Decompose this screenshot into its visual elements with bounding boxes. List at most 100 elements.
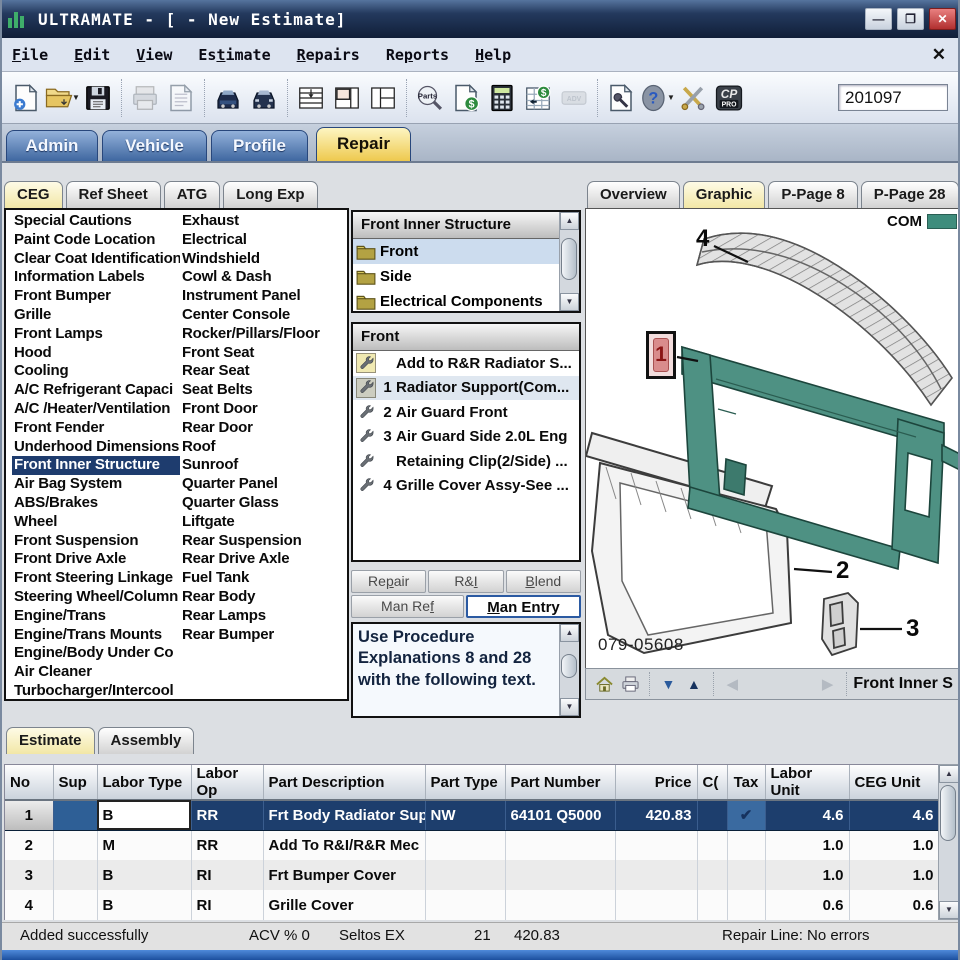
category-front-fender[interactable]: Front Fender xyxy=(12,419,180,438)
category-air-cleaner[interactable]: Air Cleaner xyxy=(12,663,180,682)
category-abs-brakes[interactable]: ABS/Brakes xyxy=(12,494,180,513)
estimate-row[interactable]: 1BRRFrt Body Radiator SupNW64101 Q500042… xyxy=(5,800,939,830)
category-front-suspension[interactable]: Front Suspension xyxy=(12,532,180,551)
category-quarter-panel[interactable]: Quarter Panel xyxy=(180,475,345,494)
column-header-ceg-unit[interactable]: CEG Unit xyxy=(849,765,939,800)
vehicle-front-icon[interactable] xyxy=(210,78,246,118)
operation-radiator-support-com[interactable]: 1Radiator Support(Com... xyxy=(353,376,579,401)
category-steering-wheel-column[interactable]: Steering Wheel/Column xyxy=(12,588,180,607)
scroll-thumb[interactable] xyxy=(561,654,577,678)
menu-estimate[interactable]: Estimate xyxy=(198,46,270,64)
menu-reports[interactable]: Reports xyxy=(386,46,449,64)
category-quarter-glass[interactable]: Quarter Glass xyxy=(180,494,345,513)
previous-graphic-icon[interactable]: ◀ xyxy=(720,675,745,693)
column-header-tax[interactable]: Tax xyxy=(727,765,765,800)
maximize-button[interactable]: ❐ xyxy=(897,8,924,30)
group-side[interactable]: Side xyxy=(353,264,559,289)
menu-view[interactable]: View xyxy=(136,46,172,64)
close-button[interactable]: ✕ xyxy=(929,8,956,30)
category-front-door[interactable]: Front Door xyxy=(180,400,345,419)
print-graphic-icon[interactable] xyxy=(617,675,642,693)
dropdown-caret-icon[interactable]: ▼ xyxy=(667,93,675,102)
category-rocker-pillars-floor[interactable]: Rocker/Pillars/Floor xyxy=(180,325,345,344)
estimate-row[interactable]: 2MRRAdd To R&I/R&R Mec1.01.0 xyxy=(5,830,939,860)
table-scrollbar[interactable]: ▲ ▼ xyxy=(938,764,960,920)
menu-edit[interactable]: Edit xyxy=(74,46,110,64)
dropdown-caret-icon[interactable]: ▼ xyxy=(72,93,80,102)
home-icon[interactable] xyxy=(592,675,617,693)
estimate-row[interactable]: 3BRIFrt Bumper Cover1.01.0 xyxy=(5,860,939,890)
category-rear-door[interactable]: Rear Door xyxy=(180,419,345,438)
callout-1-highlight[interactable]: 1 xyxy=(646,331,676,379)
column-header-part-number[interactable]: Part Number xyxy=(505,765,615,800)
category-electrical[interactable]: Electrical xyxy=(180,231,345,250)
scroll-graphic-up-icon[interactable]: ▲ xyxy=(681,676,706,692)
category-front-bumper[interactable]: Front Bumper xyxy=(12,287,180,306)
category-wheel[interactable]: Wheel xyxy=(12,513,180,532)
layout-left-icon[interactable] xyxy=(329,78,365,118)
tab-p-page-28[interactable]: P-Page 28 xyxy=(861,181,959,208)
tab-ref-sheet[interactable]: Ref Sheet xyxy=(66,181,161,208)
category-rear-suspension[interactable]: Rear Suspension xyxy=(180,532,345,551)
cell-labor_type[interactable]: B xyxy=(97,860,191,890)
column-header-part-type[interactable]: Part Type xyxy=(425,765,505,800)
tab-graphic[interactable]: Graphic xyxy=(683,181,766,208)
scroll-thumb[interactable] xyxy=(561,238,577,280)
category-cooling[interactable]: Cooling xyxy=(12,362,180,381)
column-header-no[interactable]: No xyxy=(5,765,53,800)
parts-search-icon[interactable]: Parts xyxy=(412,78,448,118)
operation-add-to-r-r-radiator-s[interactable]: Add to R&R Radiator S... xyxy=(353,351,579,376)
category-front-drive-axle[interactable]: Front Drive Axle xyxy=(12,550,180,569)
tab-vehicle[interactable]: Vehicle xyxy=(102,130,207,161)
supplement-icon[interactable] xyxy=(603,78,639,118)
column-header-part-description[interactable]: Part Description xyxy=(263,765,425,800)
category-information-labels[interactable]: Information Labels xyxy=(12,268,180,287)
category-instrument-panel[interactable]: Instrument Panel xyxy=(180,287,345,306)
cell-labor_type[interactable]: B xyxy=(97,890,191,920)
scroll-down-icon[interactable]: ▼ xyxy=(560,698,579,716)
category-fuel-tank[interactable]: Fuel Tank xyxy=(180,569,345,588)
r-i-button[interactable]: R&I xyxy=(428,570,503,593)
category-cowl-dash[interactable]: Cowl & Dash xyxy=(180,268,345,287)
column-header-price[interactable]: Price xyxy=(615,765,697,800)
vehicle-rear-icon[interactable] xyxy=(246,78,282,118)
tab-admin[interactable]: Admin xyxy=(6,130,98,161)
category-rear-body[interactable]: Rear Body xyxy=(180,588,345,607)
category-a-c-refrigerant-capaci[interactable]: A/C Refrigerant Capaci xyxy=(12,381,180,400)
category-seat-belts[interactable]: Seat Belts xyxy=(180,381,345,400)
blend-button[interactable]: Blend xyxy=(506,570,581,593)
category-rear-bumper[interactable]: Rear Bumper xyxy=(180,626,345,645)
save-icon[interactable] xyxy=(80,78,116,118)
tab-p-page-8[interactable]: P-Page 8 xyxy=(768,181,857,208)
scroll-graphic-down-icon[interactable]: ▼ xyxy=(656,676,681,692)
operation-retaining-clip-2-side[interactable]: Retaining Clip(2/Side) ... xyxy=(353,449,579,474)
print-icon[interactable] xyxy=(127,78,163,118)
column-header-labor-type[interactable]: Labor Type xyxy=(97,765,191,800)
category-roof[interactable]: Roof xyxy=(180,438,345,457)
tab-atg[interactable]: ATG xyxy=(164,181,221,208)
new-estimate-icon[interactable] xyxy=(8,78,44,118)
category-rear-drive-axle[interactable]: Rear Drive Axle xyxy=(180,550,345,569)
scroll-up-icon[interactable]: ▲ xyxy=(939,765,959,783)
category-rear-seat[interactable]: Rear Seat xyxy=(180,362,345,381)
man-entry-button[interactable]: Man Entry xyxy=(466,595,581,618)
calculator-icon[interactable] xyxy=(484,78,520,118)
tab-ceg[interactable]: CEG xyxy=(4,181,63,208)
close-document-icon[interactable]: ✕ xyxy=(932,45,952,65)
open-estimate-icon[interactable]: ▼ xyxy=(44,78,80,118)
estimate-number-input[interactable] xyxy=(838,84,948,111)
layout-rows-icon[interactable] xyxy=(293,78,329,118)
adv-icon[interactable]: ADV xyxy=(556,78,592,118)
group-front[interactable]: Front xyxy=(353,239,559,264)
tab-long-exp[interactable]: Long Exp xyxy=(223,181,317,208)
category-rear-lamps[interactable]: Rear Lamps xyxy=(180,607,345,626)
operation-air-guard-front[interactable]: 2Air Guard Front xyxy=(353,400,579,425)
scroll-up-icon[interactable]: ▲ xyxy=(560,624,579,642)
operation-air-guard-side-2-0l-eng[interactable]: 3Air Guard Side 2.0L Eng xyxy=(353,425,579,450)
category-a-c-heater-ventilation[interactable]: A/C /Heater/Ventilation xyxy=(12,400,180,419)
help-icon[interactable]: ?▼ xyxy=(639,78,675,118)
tab-repair[interactable]: Repair xyxy=(316,127,411,161)
tab-estimate[interactable]: Estimate xyxy=(6,727,95,754)
category-clear-coat-identification[interactable]: Clear Coat Identification xyxy=(12,250,180,269)
minimize-button[interactable]: — xyxy=(865,8,892,30)
